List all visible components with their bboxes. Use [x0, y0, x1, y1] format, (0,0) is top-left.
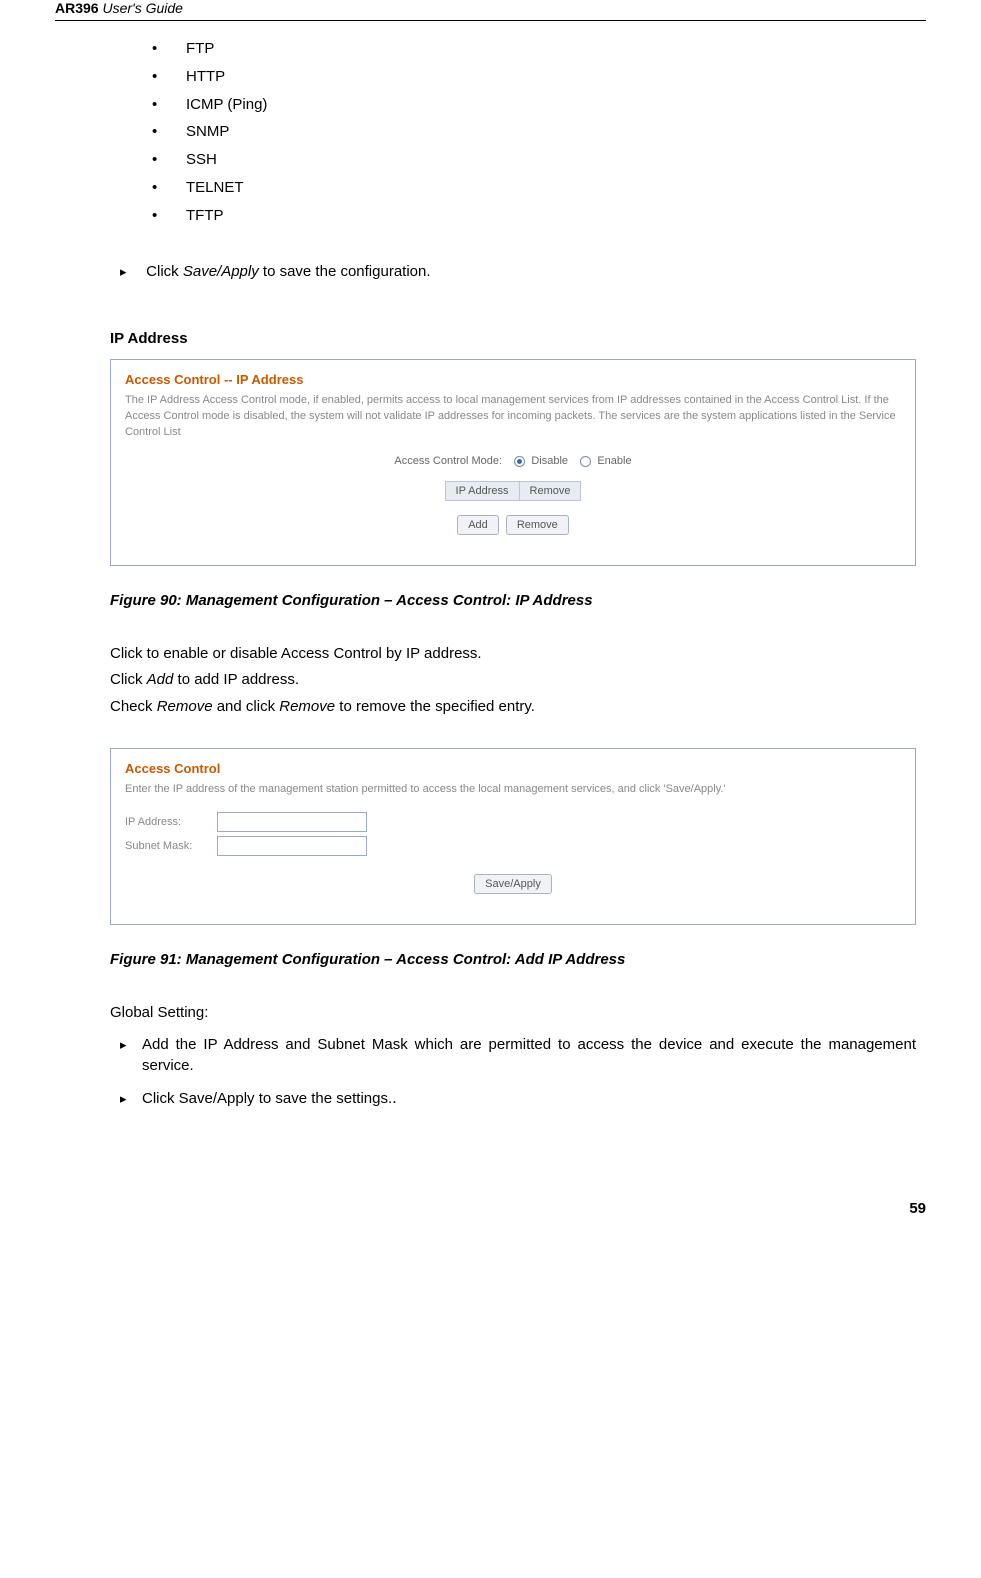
subnet-mask-label: Subnet Mask:: [125, 840, 217, 852]
remove-button[interactable]: Remove: [506, 515, 569, 535]
page-content: FTP HTTP ICMP (Ping) SNMP SSH TELNET TFT…: [55, 35, 926, 1110]
text: and click: [213, 698, 280, 715]
ip-address-row: IP Address:: [125, 812, 901, 832]
text-emphasis: Save/Apply: [183, 263, 259, 280]
ip-address-heading: IP Address: [110, 330, 916, 347]
period: .: [392, 1088, 397, 1107]
text: to remove the specified entry.: [335, 698, 535, 715]
save-apply-button[interactable]: Save/Apply: [474, 874, 552, 894]
text-emphasis: Remove: [157, 698, 213, 715]
fig91-title: Access Control: [125, 761, 901, 776]
ip-table: IP Address Remove: [445, 481, 582, 501]
arrow-list-save: Click Save/Apply to save the configurati…: [110, 261, 916, 282]
figure-91-caption: Figure 91: Management Configuration – Ac…: [110, 951, 916, 968]
radio-disable-label: Disable: [531, 455, 568, 467]
radio-enable[interactable]: [580, 456, 591, 467]
fig90-title: Access Control -- IP Address: [125, 372, 901, 387]
header-bar: AR396 User's Guide: [55, 0, 926, 21]
global-arrow-list: Add the IP Address and Subnet Mask which…: [110, 1034, 916, 1110]
global-setting-heading: Global Setting:: [110, 1000, 916, 1026]
save-apply-row: Save/Apply: [125, 874, 901, 894]
text: Click: [146, 263, 183, 280]
list-item: SNMP: [152, 118, 916, 146]
header-subtitle: User's Guide: [99, 0, 183, 16]
text: to add IP address.: [173, 671, 299, 688]
ip-address-label: IP Address:: [125, 816, 217, 828]
body-line: Click to enable or disable Access Contro…: [110, 641, 916, 667]
text: to save the configuration.: [259, 263, 431, 280]
col-ip: IP Address: [445, 482, 519, 501]
protocol-list: FTP HTTP ICMP (Ping) SNMP SSH TELNET TFT…: [110, 35, 916, 229]
list-item: ICMP (Ping): [152, 91, 916, 119]
access-control-mode-row: Access Control Mode: Disable Enable: [125, 455, 901, 467]
ip-address-input[interactable]: [217, 812, 367, 832]
list-item: Add the IP Address and Subnet Mask which…: [120, 1034, 916, 1076]
page-number: 59: [55, 1200, 926, 1217]
list-item: SSH: [152, 146, 916, 174]
subnet-mask-input[interactable]: [217, 836, 367, 856]
ip-table-row: IP Address Remove: [125, 481, 901, 501]
body-line: Click Add to add IP address.: [110, 667, 916, 693]
list-item: HTTP: [152, 63, 916, 91]
radio-disable[interactable]: [514, 456, 525, 467]
text-emphasis: Remove: [279, 698, 335, 715]
subnet-mask-row: Subnet Mask:: [125, 836, 901, 856]
mode-label: Access Control Mode:: [394, 455, 502, 467]
text: Click Save/Apply to save the settings.: [142, 1090, 392, 1107]
radio-enable-label: Enable: [597, 455, 631, 467]
text: Click: [110, 671, 147, 688]
add-button[interactable]: Add: [457, 515, 499, 535]
text-emphasis: Add: [147, 671, 174, 688]
list-item: Click Save/Apply to save the settings..: [120, 1086, 916, 1110]
figure-90-box: Access Control -- IP Address The IP Addr…: [110, 359, 916, 566]
list-item: TELNET: [152, 174, 916, 202]
figure-91-box: Access Control Enter the IP address of t…: [110, 748, 916, 925]
header-title: AR396 User's Guide: [55, 0, 183, 16]
text: Check: [110, 698, 157, 715]
list-item: Click Save/Apply to save the configurati…: [120, 261, 916, 282]
body-line: Check Remove and click Remove to remove …: [110, 694, 916, 720]
button-row: Add Remove: [125, 515, 901, 535]
list-item: TFTP: [152, 202, 916, 230]
fig91-desc: Enter the IP address of the management s…: [125, 782, 901, 798]
header-model: AR396: [55, 0, 99, 16]
figure-90-caption: Figure 90: Management Configuration – Ac…: [110, 592, 916, 609]
fig90-desc: The IP Address Access Control mode, if e…: [125, 393, 901, 441]
list-item: FTP: [152, 35, 916, 63]
col-remove: Remove: [519, 482, 581, 501]
